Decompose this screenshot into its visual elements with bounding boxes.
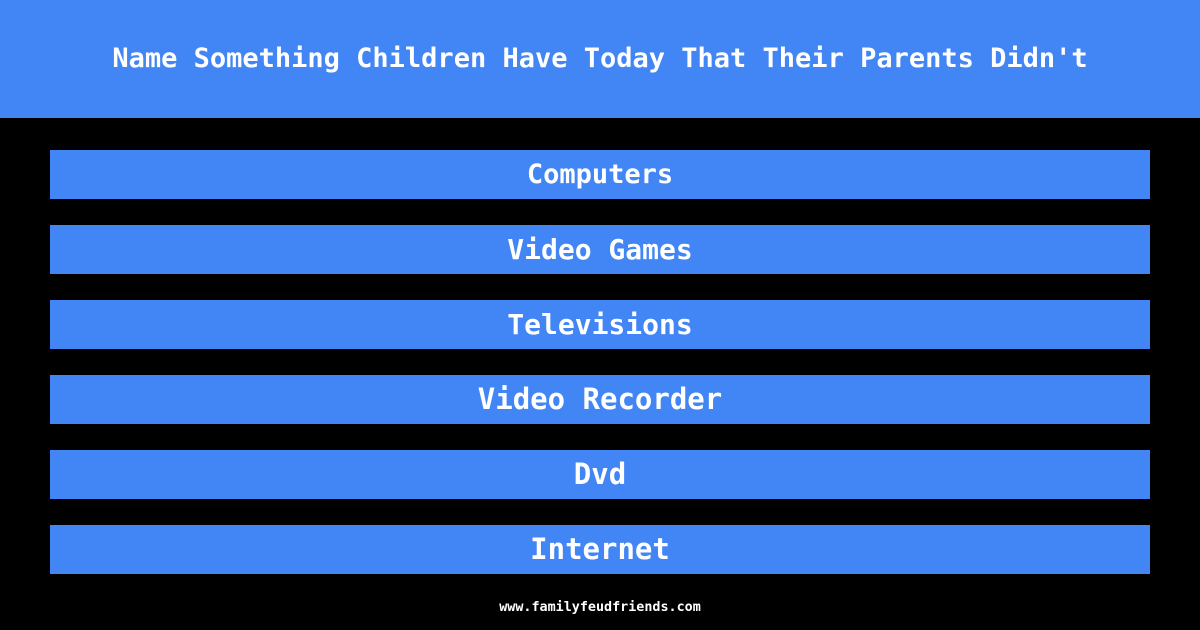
answer-row[interactable]: Dvd [50, 450, 1150, 499]
answer-label: Internet [530, 532, 670, 566]
answer-row[interactable]: Video Recorder [50, 375, 1150, 424]
question-title: Name Something Children Have Today That … [112, 43, 1088, 75]
family-feud-answer-card: Name Something Children Have Today That … [0, 0, 1200, 630]
site-url-label: www.familyfeudfriends.com [499, 600, 701, 615]
answer-row[interactable]: Video Games [50, 225, 1150, 274]
answer-label: Televisions [507, 307, 693, 341]
answer-label: Video Recorder [477, 382, 723, 416]
question-header: Name Something Children Have Today That … [0, 0, 1200, 118]
answer-row[interactable]: Computers [50, 150, 1150, 199]
footer: www.familyfeudfriends.com [0, 596, 1200, 615]
answer-label: Dvd [573, 457, 627, 491]
answer-list: Computers Video Games Televisions Video … [50, 150, 1150, 574]
answer-label: Computers [526, 159, 674, 190]
answer-row[interactable]: Televisions [50, 300, 1150, 349]
answer-row[interactable]: Internet [50, 525, 1150, 574]
answer-label: Video Games [507, 232, 693, 266]
